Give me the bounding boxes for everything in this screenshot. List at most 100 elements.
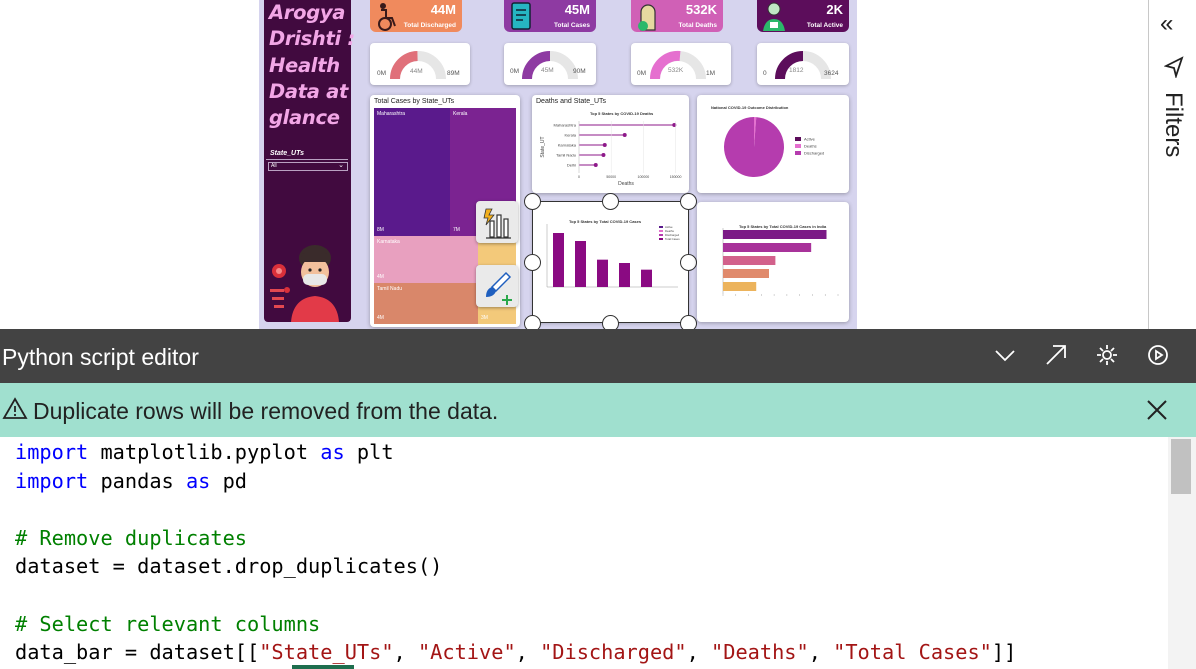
treemap-cell-maharashtra[interactable]: Maharashtra 8M bbox=[374, 108, 450, 236]
cell-value: 8M bbox=[377, 227, 384, 233]
code-token: "State_UTs" bbox=[259, 640, 394, 665]
state-slicer-dropdown[interactable]: All ⌄ bbox=[268, 162, 348, 171]
scrollbar-thumb[interactable] bbox=[1171, 439, 1191, 494]
legend-label: Discharged bbox=[804, 151, 824, 156]
cell-label: Tamil Nadu bbox=[377, 286, 403, 292]
lollipop-point bbox=[622, 133, 627, 137]
tombstone-icon bbox=[638, 4, 656, 31]
filter-icon bbox=[1164, 56, 1184, 78]
gauge-max: 1M bbox=[706, 70, 716, 77]
slicer-label: State_UTs bbox=[270, 150, 304, 157]
code-token: data_bar = dataset[[ bbox=[15, 640, 260, 665]
paintbrush-icon bbox=[486, 271, 512, 305]
category-label: Maharashtra bbox=[554, 123, 577, 128]
format-visual-button[interactable] bbox=[476, 265, 518, 307]
collapse-pane-icon[interactable]: « bbox=[1160, 12, 1173, 36]
filters-pane bbox=[1148, 0, 1196, 329]
code-token: matplotlib.pyplot bbox=[88, 440, 321, 464]
deaths-chart-card[interactable]: Deaths and State_UTs Top 5 States by COV… bbox=[532, 95, 689, 193]
bar bbox=[723, 230, 827, 239]
gauge-min: 0M bbox=[510, 68, 520, 75]
gauge-max: 90M bbox=[573, 68, 586, 75]
x-axis-label: Deaths bbox=[618, 181, 634, 187]
gauge-discharged[interactable]: 0M 44M 89M bbox=[370, 43, 470, 85]
horizontal-bar-plot bbox=[722, 228, 839, 296]
pie-chart-card[interactable]: National COVID-19 Outcome Distribution A… bbox=[697, 95, 849, 193]
chevron-down-icon[interactable] bbox=[994, 343, 1016, 367]
kpi-label: Total Discharged bbox=[403, 22, 456, 29]
resize-handle-ne[interactable] bbox=[680, 193, 697, 210]
code-line[interactable]: import pandas as pd bbox=[15, 469, 247, 493]
code-line[interactable]: import matplotlib.pyplot as plt bbox=[15, 440, 394, 464]
code-token: import bbox=[15, 468, 89, 493]
legend-label: Active bbox=[804, 137, 816, 142]
run-script-icon[interactable] bbox=[1146, 343, 1170, 367]
cell-value: 4M bbox=[377, 274, 384, 280]
legend-swatch bbox=[795, 151, 801, 155]
kpi-total-active[interactable]: 2K Total Active bbox=[757, 0, 849, 32]
selection-frame bbox=[532, 201, 689, 323]
code-token: , bbox=[515, 640, 541, 665]
gauge-arc bbox=[775, 51, 831, 80]
kpi-label: Total Cases bbox=[553, 22, 590, 29]
close-icon[interactable] bbox=[1145, 398, 1169, 422]
cell-label: Maharashtra bbox=[377, 111, 406, 117]
kpi-total-discharged[interactable]: 44M Total Discharged bbox=[370, 0, 462, 32]
code-line[interactable]: # Remove duplicates bbox=[15, 526, 247, 550]
gauge-active[interactable]: 0 1812 3624 bbox=[757, 43, 849, 85]
patient-icon bbox=[763, 2, 785, 31]
bar bbox=[723, 282, 757, 291]
tick-label: 100000 bbox=[638, 175, 650, 179]
code-line[interactable]: data_bar = dataset[["State_UTs", "Active… bbox=[15, 640, 1016, 664]
gauge-cases[interactable]: 0M 45M 90M bbox=[504, 43, 596, 85]
bar bbox=[723, 269, 769, 278]
report-title: Arogya Drishti : Health Data at glance bbox=[269, 1, 355, 130]
build-visual-button[interactable] bbox=[476, 201, 518, 243]
code-token: "Discharged" bbox=[540, 640, 687, 665]
gear-icon[interactable] bbox=[1095, 343, 1119, 367]
kpi-total-cases[interactable]: 45M Total Cases bbox=[504, 0, 596, 32]
resize-handle-w[interactable] bbox=[524, 254, 541, 271]
slicer-divider bbox=[266, 159, 348, 160]
gauge-arc bbox=[390, 51, 446, 80]
code-line[interactable]: # Select relevant columns bbox=[15, 612, 320, 636]
kpi-value: 532K bbox=[685, 2, 717, 17]
tick-label: 0 bbox=[578, 175, 580, 179]
cell-label: Kerala bbox=[453, 111, 468, 117]
category-label: Tamil Nadu bbox=[556, 153, 576, 158]
resize-handle-nw[interactable] bbox=[524, 193, 541, 210]
filters-pane-label[interactable]: Filters bbox=[1159, 92, 1187, 157]
category-label: Kerala bbox=[564, 133, 576, 138]
hbar-chart-card[interactable]: Top 5 States by Total COVID-19 Cases in … bbox=[697, 202, 849, 322]
gauge-min: 0 bbox=[763, 70, 767, 77]
treemap-cell-karnataka[interactable]: Karnataka 4M bbox=[374, 236, 478, 283]
cell-value: 3M bbox=[481, 315, 488, 321]
kpi-value: 2K bbox=[826, 2, 843, 17]
slicer-value: All bbox=[271, 163, 277, 169]
gauge-deaths[interactable]: 0M 532K 1M bbox=[631, 43, 731, 85]
cell-value: 7M bbox=[453, 227, 460, 233]
lollipop-point bbox=[593, 163, 598, 167]
bar bbox=[723, 256, 776, 265]
code-token: , bbox=[808, 640, 834, 665]
kpi-total-deaths[interactable]: 532K Total Deaths bbox=[631, 0, 723, 32]
code-token: # Select relevant columns bbox=[15, 611, 321, 636]
gauge-arc bbox=[522, 51, 578, 80]
code-line[interactable]: dataset = dataset.drop_duplicates() bbox=[15, 554, 442, 578]
gauge-max: 3624 bbox=[824, 70, 839, 77]
gauge-min: 0M bbox=[377, 70, 387, 77]
resize-handle-n[interactable] bbox=[602, 193, 619, 210]
code-token: as bbox=[185, 468, 211, 493]
gauge-arc bbox=[649, 50, 706, 80]
treemap-cell-tamil-nadu[interactable]: Tamil Nadu 4M bbox=[374, 283, 478, 324]
tick-label: 150000 bbox=[670, 175, 682, 179]
pie-slice bbox=[724, 117, 784, 177]
resize-handle-e[interactable] bbox=[680, 254, 697, 271]
kpi-value: 44M bbox=[430, 2, 456, 17]
expand-arrow-icon[interactable] bbox=[1044, 343, 1068, 367]
code-token: pandas bbox=[88, 468, 186, 493]
code-token: # Remove duplicates bbox=[15, 525, 247, 550]
code-token: , bbox=[393, 640, 418, 665]
warning-message: Duplicate rows will be removed from the … bbox=[33, 398, 499, 424]
pie-plot: Active Deaths Discharged bbox=[724, 117, 824, 177]
